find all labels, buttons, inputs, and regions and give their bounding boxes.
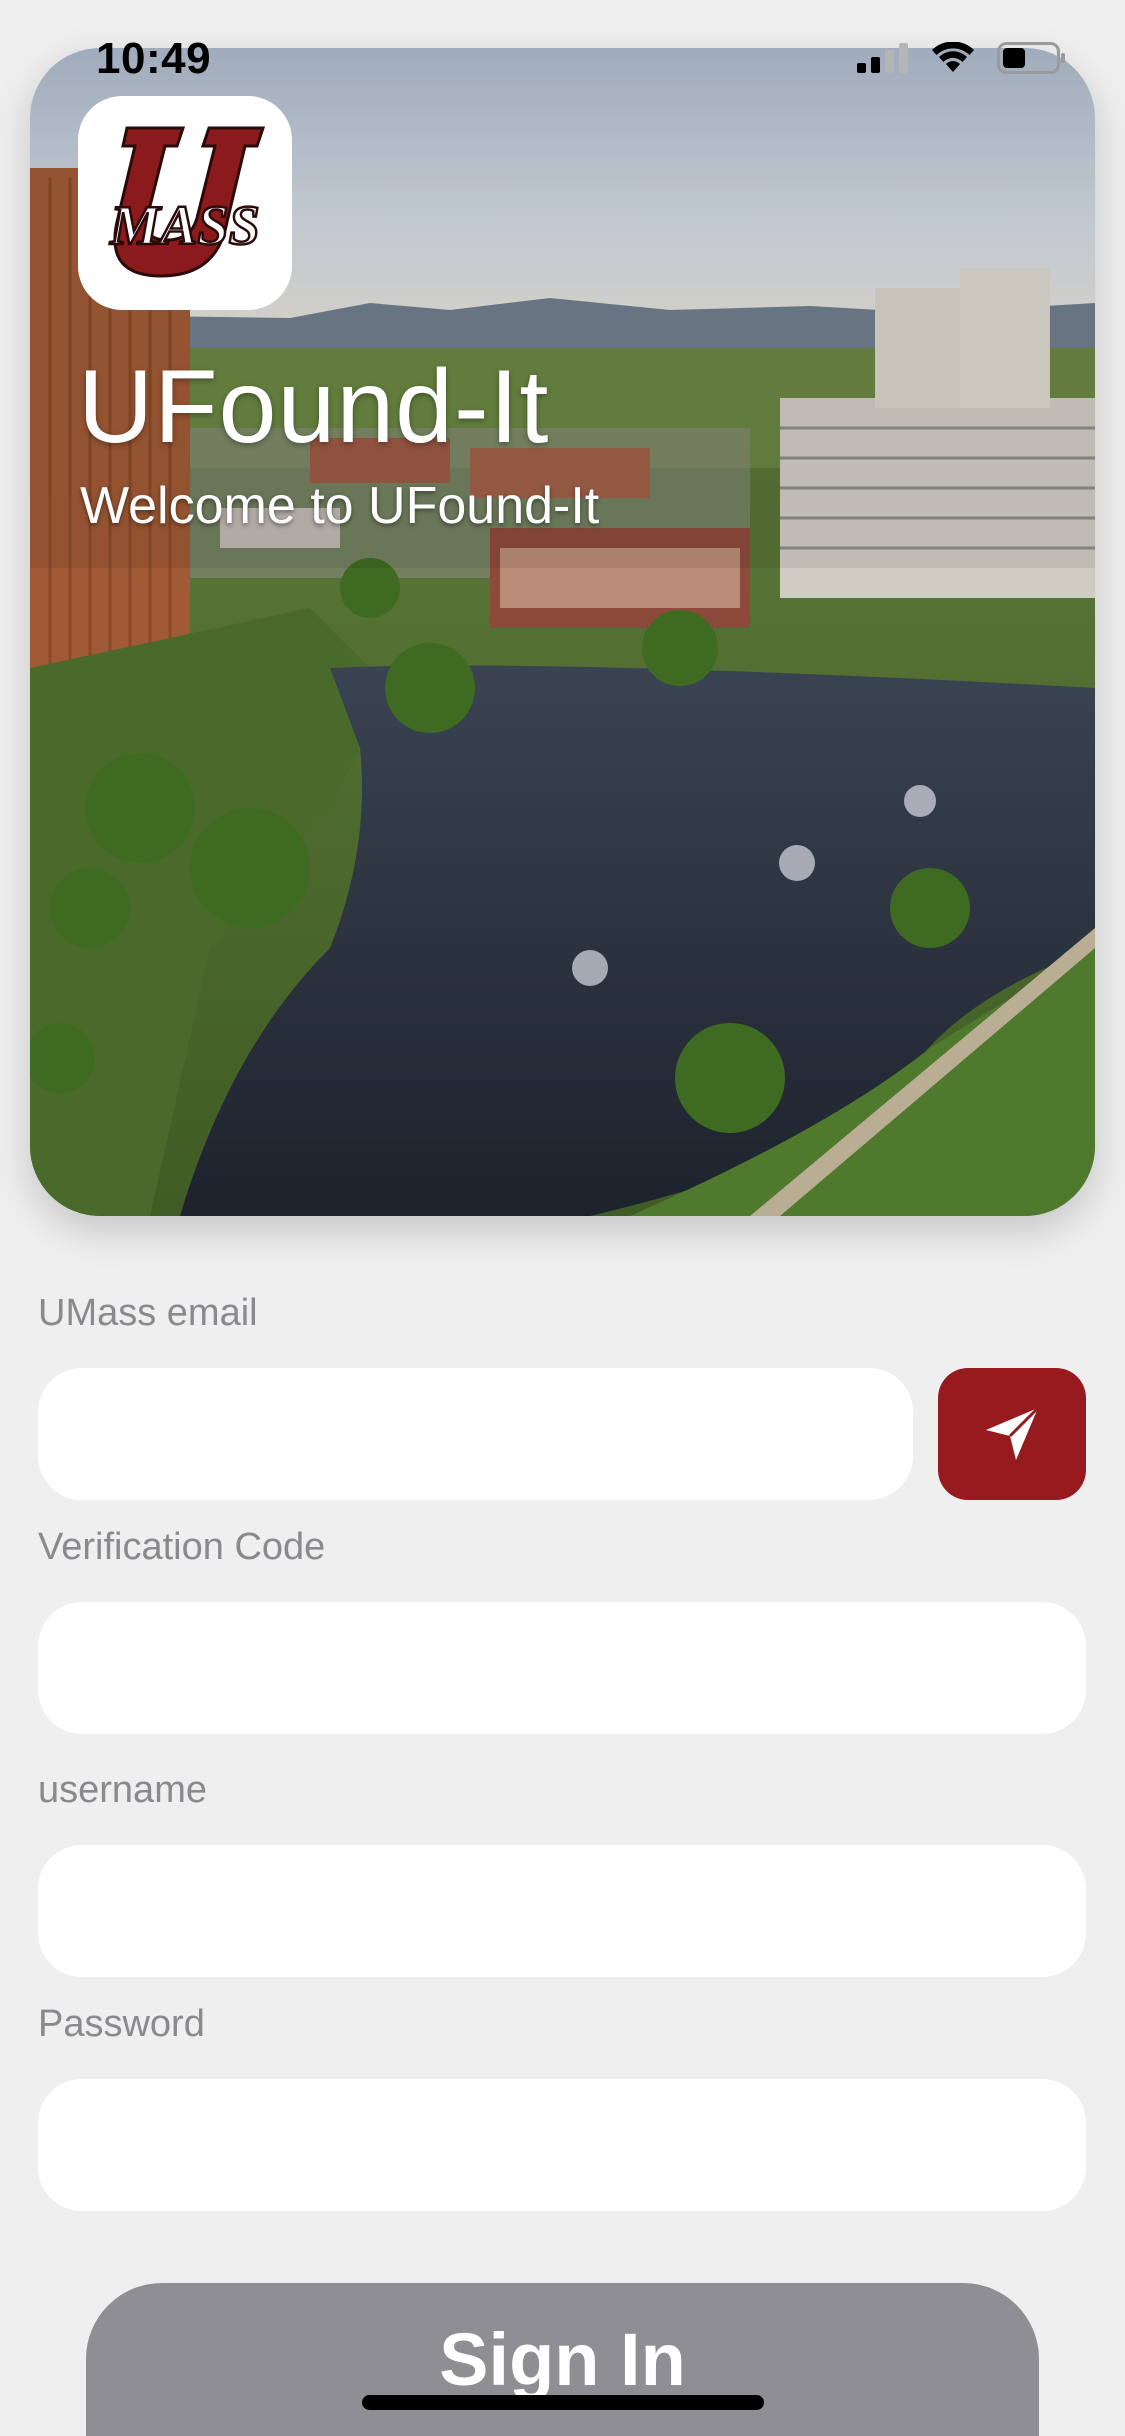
wifi-icon: [932, 42, 974, 72]
sign-in-label: Sign In: [439, 2318, 686, 2401]
home-indicator[interactable]: [362, 2395, 764, 2410]
battery-icon: [997, 42, 1065, 74]
status-bar: 10:49: [0, 0, 1125, 120]
sign-in-button[interactable]: Sign In: [86, 2283, 1039, 2436]
status-time: 10:49: [96, 34, 212, 83]
app-title: UFound-It: [78, 349, 550, 465]
umass-logo-text: MASS: [109, 195, 259, 257]
username-field[interactable]: [38, 1845, 1086, 1977]
verification-code-field[interactable]: [38, 1602, 1086, 1734]
hero-banner: MASS UFound-It Welcome to UFound-It: [30, 48, 1095, 1216]
status-icons: [857, 42, 1067, 74]
email-field[interactable]: [38, 1368, 913, 1500]
send-code-button[interactable]: [938, 1368, 1086, 1500]
email-label: UMass email: [38, 1292, 258, 1334]
verification-code-label: Verification Code: [38, 1526, 326, 1568]
umass-logo-icon: MASS: [108, 126, 266, 278]
password-label: Password: [38, 2003, 205, 2045]
umass-logo: MASS: [78, 96, 292, 310]
username-label: username: [38, 1769, 207, 1811]
paper-plane-icon: [986, 1406, 1040, 1460]
cellular-signal-icon: [857, 43, 908, 73]
password-field[interactable]: [38, 2079, 1086, 2211]
app-subtitle: Welcome to UFound-It: [80, 477, 600, 535]
